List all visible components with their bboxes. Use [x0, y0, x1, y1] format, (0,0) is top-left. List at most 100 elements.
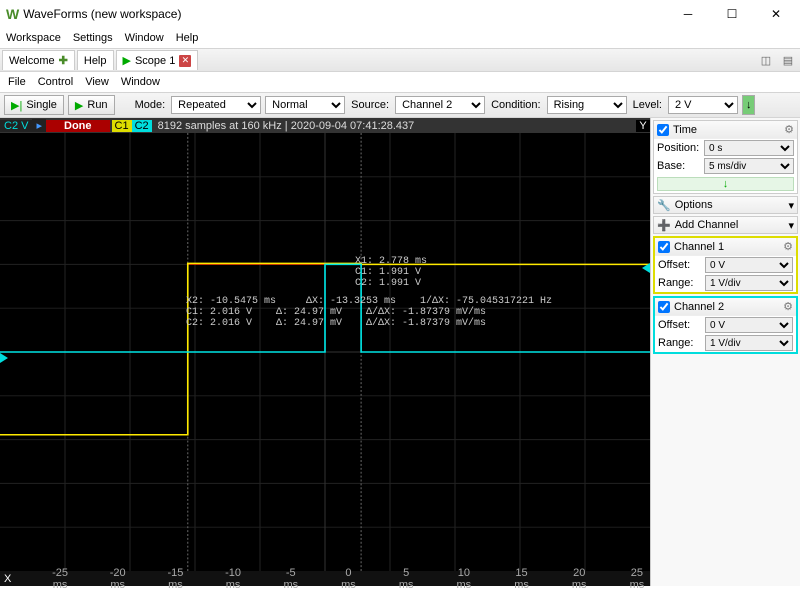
condition-label: Condition:	[491, 99, 541, 111]
plus-icon: ✚	[59, 54, 68, 67]
offset-label: Offset:	[658, 259, 703, 271]
tab-close-icon[interactable]: ✕	[179, 55, 191, 67]
x-axis-label: X	[4, 573, 11, 585]
time-checkbox[interactable]	[657, 124, 669, 136]
play-icon: ▶	[75, 99, 83, 112]
base-label: Base:	[657, 160, 702, 172]
x-tick: 0 ms	[339, 567, 357, 591]
scope-infobar: C2 V ▸ Done C1 C2 8192 samples at 160 kH…	[0, 118, 650, 133]
wrench-icon: 🔧	[657, 199, 671, 212]
arrow-down-button[interactable]: ↓	[742, 95, 756, 115]
step-icon: ▶|	[11, 99, 22, 112]
gear-icon[interactable]: ⚙	[784, 123, 794, 136]
channel2-panel: Channel 2 ⚙ Offset:0 V Range:1 V/div	[653, 296, 798, 354]
badge-c1: C1	[112, 120, 132, 132]
infobar-text: 8192 samples at 160 kHz | 2020-09-04 07:…	[152, 120, 421, 132]
window-layout-icon[interactable]: ◫	[756, 50, 776, 70]
tab-scope[interactable]: ▶ Scope 1 ✕	[116, 50, 199, 70]
options-label: Options	[675, 199, 785, 211]
add-channel-label: Add Channel	[675, 219, 785, 231]
badge-c2: C2	[132, 120, 152, 132]
x-tick: -10 ms	[224, 567, 242, 591]
chevron-down-icon: ▾	[788, 219, 794, 232]
time-label: Time	[673, 124, 780, 136]
close-button[interactable]: ✕	[754, 0, 798, 28]
source-select[interactable]: Channel 2	[395, 96, 485, 114]
menu-window[interactable]: Window	[125, 32, 164, 44]
infobar-c2v: C2 V	[0, 120, 32, 132]
menu-workspace[interactable]: Workspace	[6, 32, 61, 44]
level-select[interactable]: 2 V	[668, 96, 738, 114]
add-channel-header[interactable]: ➕ Add Channel ▾	[653, 216, 798, 234]
window-title: WaveForms (new workspace)	[23, 7, 666, 21]
level-label: Level:	[633, 99, 662, 111]
gear-icon[interactable]: ⚙	[783, 240, 793, 253]
expand-icon[interactable]: ▸	[32, 119, 46, 132]
x-tick: 20 ms	[570, 567, 588, 591]
window-layout2-icon[interactable]: ▤	[778, 50, 798, 70]
ch1-label: Channel 1	[674, 241, 779, 253]
x-axis: X -25 ms -20 ms -15 ms -10 ms -5 ms 0 ms…	[0, 571, 650, 586]
minimize-button[interactable]: ─	[666, 0, 710, 28]
ch2-label: Channel 2	[674, 301, 779, 313]
run-button[interactable]: ▶Run	[68, 95, 115, 115]
status-done: Done	[46, 120, 110, 132]
tab-label: Welcome	[9, 55, 55, 67]
mode-select[interactable]: Repeated	[171, 96, 261, 114]
x-tick: -15 ms	[166, 567, 184, 591]
menu-help[interactable]: Help	[176, 32, 199, 44]
x-tick: 15 ms	[513, 567, 531, 591]
cursor1-readout: X1: 2.778 ms C1: 1.991 V C2: 1.991 V	[355, 256, 427, 289]
side-panel: Time ⚙ Position:0 s Base:5 ms/div ↓ 🔧 Op…	[650, 118, 800, 586]
scope-menubar: File Control View Window	[0, 72, 800, 92]
menu-control[interactable]: Control	[38, 76, 73, 88]
infobar-y[interactable]: Y	[636, 120, 650, 132]
condition-select[interactable]: Rising	[547, 96, 627, 114]
ch1-offset-select[interactable]: 0 V	[705, 257, 793, 273]
tab-bar: Welcome ✚ Help ▶ Scope 1 ✕ ◫ ▤	[0, 48, 800, 72]
menu-file[interactable]: File	[8, 76, 26, 88]
c2-zero-marker-icon[interactable]	[0, 353, 8, 363]
main-menubar: Workspace Settings Window Help	[0, 28, 800, 48]
tab-label: Scope 1	[135, 55, 175, 67]
x-tick: 5 ms	[397, 567, 415, 591]
ch2-offset-select[interactable]: 0 V	[705, 317, 793, 333]
range-label: Range:	[658, 277, 703, 289]
ch1-range-select[interactable]: 1 V/div	[705, 275, 793, 291]
ch1-checkbox[interactable]	[658, 241, 670, 253]
x-tick: 10 ms	[455, 567, 473, 591]
menu-settings[interactable]: Settings	[73, 32, 113, 44]
scope-plot-area: C2 V ▸ Done C1 C2 8192 samples at 160 kH…	[0, 118, 650, 586]
scope-toolbar: ▶|Single ▶Run Mode: Repeated Normal Sour…	[0, 92, 800, 118]
x-tick: -20 ms	[109, 567, 127, 591]
trigger-level-marker-icon[interactable]	[642, 263, 650, 273]
mode-label: Mode:	[135, 99, 166, 111]
offset-label: Offset:	[658, 319, 703, 331]
menu-view[interactable]: View	[85, 76, 109, 88]
x-tick: -25 ms	[51, 567, 69, 591]
chevron-down-icon: ▾	[788, 199, 794, 212]
range-label: Range:	[658, 337, 703, 349]
menu-window2[interactable]: Window	[121, 76, 160, 88]
tab-welcome[interactable]: Welcome ✚	[2, 50, 75, 70]
position-label: Position:	[657, 142, 702, 154]
single-button[interactable]: ▶|Single	[4, 95, 64, 115]
trigger-type-select[interactable]: Normal	[265, 96, 345, 114]
options-header[interactable]: 🔧 Options ▾	[653, 196, 798, 214]
base-select[interactable]: 5 ms/div	[704, 158, 794, 174]
down-arrow-icon[interactable]: ↓	[657, 177, 794, 191]
x-tick: -5 ms	[282, 567, 300, 591]
x-tick: 25 ms	[628, 567, 646, 591]
plus-icon: ➕	[657, 219, 671, 232]
gear-icon[interactable]: ⚙	[783, 300, 793, 313]
waveform-plot[interactable]: X1: 2.778 ms C1: 1.991 V C2: 1.991 V X2:…	[0, 133, 650, 571]
tab-help[interactable]: Help	[77, 50, 114, 70]
play-icon: ▶	[123, 54, 131, 67]
app-logo-icon: W	[6, 6, 19, 22]
arrow-down-icon: ↓	[746, 99, 752, 111]
channel1-panel: Channel 1 ⚙ Offset:0 V Range:1 V/div	[653, 236, 798, 294]
ch2-range-select[interactable]: 1 V/div	[705, 335, 793, 351]
position-select[interactable]: 0 s	[704, 140, 794, 156]
maximize-button[interactable]: ☐	[710, 0, 754, 28]
ch2-checkbox[interactable]	[658, 301, 670, 313]
